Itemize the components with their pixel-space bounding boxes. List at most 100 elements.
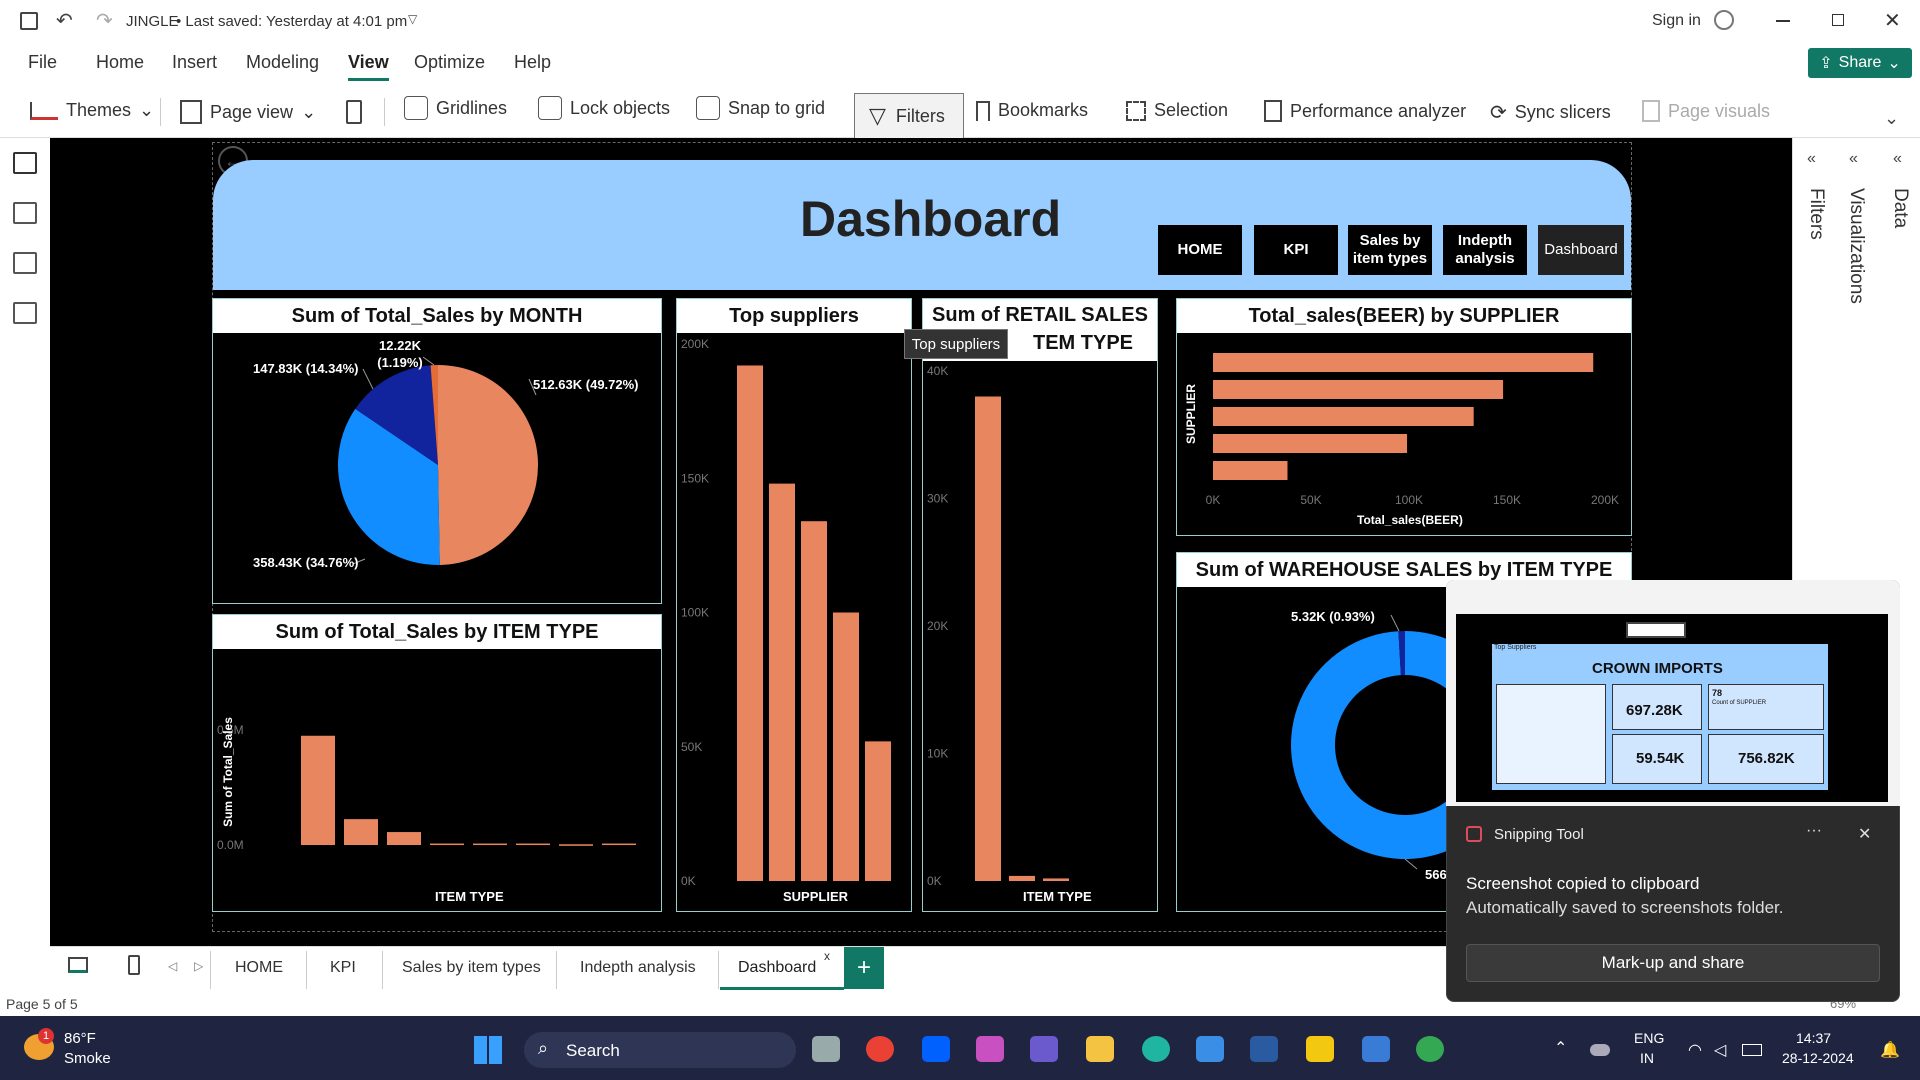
collapse-filters-icon[interactable]: « (1807, 150, 1816, 168)
search-box[interactable]: ⌕ Search (524, 1032, 796, 1068)
menu-insert[interactable]: Insert (172, 52, 217, 73)
clock-time[interactable]: 14:37 (1796, 1030, 1831, 1046)
user-avatar-icon[interactable] (1714, 10, 1734, 30)
notification-bell-icon[interactable]: 🔔 (1880, 1040, 1900, 1060)
screenshot-preview[interactable]: Top Suppliers CROWN IMPORTS 697.28K 78 C… (1446, 580, 1900, 806)
volume-icon[interactable]: ◁ (1714, 1040, 1726, 1060)
markup-and-share-button[interactable]: Mark-up and share (1466, 944, 1880, 982)
lock-objects-checkbox[interactable]: Lock objects (538, 96, 670, 120)
bookmarks-button[interactable]: Bookmarks (976, 100, 1088, 121)
dax-query-icon[interactable] (13, 302, 37, 324)
store-icon[interactable] (1196, 1036, 1224, 1062)
data-pane-tab[interactable]: Data (1889, 188, 1911, 228)
menu-file[interactable]: File (28, 52, 57, 73)
filters-pane-tab[interactable]: Filters (1805, 188, 1827, 240)
tab-sales-by-item-types[interactable]: Sales by item types (402, 959, 541, 977)
more-options-icon[interactable]: ··· (1806, 822, 1822, 840)
menu-optimize[interactable]: Optimize (414, 52, 485, 73)
battery-icon[interactable] (1742, 1044, 1762, 1056)
chevron-down-icon: ⌄ (139, 100, 155, 120)
chrome-icon[interactable] (866, 1036, 894, 1062)
chevron-down-icon[interactable]: ▽ (408, 12, 417, 26)
todo-icon[interactable] (1362, 1036, 1390, 1062)
collapse-visualizations-icon[interactable]: « (1849, 150, 1858, 168)
page-visuals-button[interactable]: Page visuals (1642, 100, 1770, 122)
leader-line (362, 368, 374, 390)
tab-indepth-analysis[interactable]: Indepth analysis (580, 959, 696, 977)
onedrive-icon[interactable] (1590, 1044, 1610, 1056)
redo-icon[interactable]: ↷ (96, 8, 113, 33)
file-explorer-icon[interactable] (1086, 1036, 1114, 1062)
close-icon[interactable]: ✕ (1858, 824, 1871, 844)
copilot-icon[interactable] (976, 1036, 1004, 1062)
collapse-data-icon[interactable]: « (1893, 150, 1902, 168)
scroll-right-icon[interactable]: ▷ (194, 959, 203, 973)
sign-in-link[interactable]: Sign in (1652, 12, 1701, 30)
bar (344, 819, 378, 845)
y-axis-label: Sum of Total_Sales (220, 717, 235, 827)
selection-button[interactable]: Selection (1126, 100, 1228, 121)
task-view-icon[interactable] (812, 1036, 840, 1062)
tab-kpi[interactable]: KPI (330, 959, 356, 977)
nav-sales-by-item-types-button[interactable]: Sales by item types (1348, 225, 1432, 275)
edge-icon[interactable] (1142, 1036, 1170, 1062)
close-icon[interactable]: ✕ (1884, 8, 1901, 33)
minimize-icon[interactable] (1776, 20, 1790, 22)
undo-icon[interactable]: ↶ (56, 8, 73, 33)
pie-chart-month[interactable]: Sum of Total_Sales by MONTH 512.63K (49.… (212, 298, 662, 604)
save-icon[interactable] (20, 12, 38, 30)
clock-date[interactable]: 28-12-2024 (1782, 1050, 1854, 1066)
page-view-button[interactable]: Page view ⌄ (180, 100, 316, 124)
bar (833, 612, 859, 881)
page-indicator: Page 5 of 5 (6, 996, 78, 1012)
bar-chart-retail-sales[interactable]: Sum of RETAIL SALES TEM TYPE 40K 30K 20K 10… (922, 298, 1158, 912)
windows-start-icon[interactable] (474, 1036, 502, 1064)
bar-chart-beer-by-supplier[interactable]: Total_sales(BEER) by SUPPLIER 0K 50K 100K 1… (1176, 298, 1632, 536)
table-view-icon[interactable] (13, 202, 37, 224)
themes-button[interactable]: Themes ⌄ (30, 100, 154, 121)
tab-dashboard[interactable]: Dashboard (738, 959, 816, 977)
ribbon-expand-icon[interactable]: ⌄ (1884, 108, 1899, 129)
report-view-icon[interactable] (13, 152, 37, 174)
language-indicator-2[interactable]: IN (1640, 1050, 1654, 1066)
tab-home[interactable]: HOME (235, 959, 283, 977)
chrome-profile-icon[interactable] (1416, 1036, 1444, 1062)
menu-home[interactable]: Home (96, 52, 144, 73)
nav-indepth-analysis-button[interactable]: Indepth analysis (1443, 225, 1527, 275)
language-indicator-1[interactable]: ENG (1634, 1030, 1664, 1046)
weather-temp[interactable]: 86°F (64, 1030, 96, 1047)
desktop-view-icon[interactable] (68, 957, 88, 973)
filters-button[interactable]: ▽ Filters (854, 93, 964, 139)
bar-chart-top-suppliers[interactable]: Top suppliers 200K 150K 100K 50K 0K SUPPLIER (676, 298, 912, 912)
bar-chart-total-sales-item-type[interactable]: Sum of Total_Sales by ITEM TYPE 0.5M 0.0M… (212, 614, 662, 912)
chevron-up-icon[interactable]: ⌃ (1554, 1038, 1567, 1058)
menu-view[interactable]: View (348, 52, 389, 81)
visualizations-pane-tab[interactable]: Visualizations (1845, 188, 1867, 304)
app-icon[interactable] (1030, 1036, 1058, 1062)
preview-kpi-sub: Count of SUPPLIER (1712, 700, 1767, 706)
save-status[interactable]: • Last saved: Yesterday at 4:01 pm (176, 13, 407, 30)
weather-desc[interactable]: Smoke (64, 1050, 111, 1067)
nav-home-button[interactable]: HOME (1158, 225, 1242, 275)
mobile-layout-button[interactable] (346, 100, 362, 124)
dropbox-icon[interactable] (922, 1036, 950, 1062)
power-bi-icon[interactable] (1306, 1036, 1334, 1062)
menu-help[interactable]: Help (514, 52, 551, 73)
wifi-icon[interactable]: ◠ (1688, 1040, 1702, 1060)
add-page-button[interactable]: + (844, 947, 884, 989)
menu-modeling[interactable]: Modeling (246, 52, 319, 73)
mobile-view-icon[interactable] (128, 955, 140, 975)
leader-line (1390, 614, 1400, 632)
snap-to-grid-checkbox[interactable]: Snap to grid (696, 96, 825, 120)
nav-kpi-button[interactable]: KPI (1254, 225, 1338, 275)
nav-dashboard-button[interactable]: Dashboard (1538, 225, 1624, 275)
app-icon[interactable] (1250, 1036, 1278, 1062)
restore-icon[interactable] (1832, 14, 1844, 26)
performance-analyzer-button[interactable]: Performance analyzer (1264, 100, 1466, 122)
close-tab-icon[interactable]: x (824, 949, 830, 963)
scroll-left-icon[interactable]: ◁ (168, 959, 177, 973)
share-button[interactable]: ⇪ Share ⌄ (1808, 48, 1912, 78)
gridlines-checkbox[interactable]: Gridlines (404, 96, 507, 120)
model-view-icon[interactable] (13, 252, 37, 274)
sync-slicers-button[interactable]: ⟳ Sync slicers (1490, 100, 1611, 125)
